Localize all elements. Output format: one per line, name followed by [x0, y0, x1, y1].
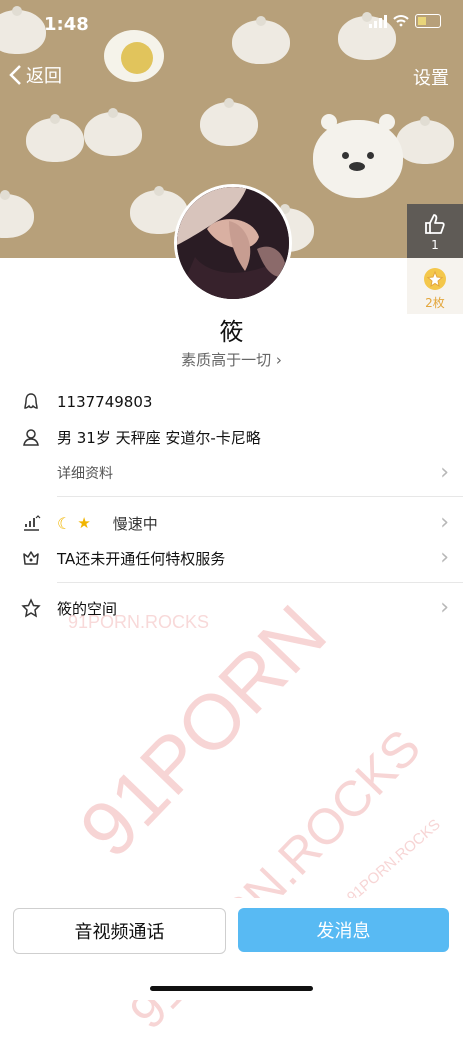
home-indicator: [150, 986, 313, 991]
coin-star-icon: [424, 268, 446, 290]
thumbs-up-icon: [425, 214, 445, 234]
chevron-right-icon: ›: [440, 460, 449, 485]
chevron-right-icon: ›: [275, 351, 282, 369]
details-label: 详细资料: [57, 466, 113, 482]
send-message-button[interactable]: 发消息: [238, 908, 449, 952]
divider: [57, 582, 463, 583]
wifi-icon: [393, 15, 409, 27]
crown-icon: [20, 547, 42, 569]
coin-count: 2枚: [425, 296, 445, 310]
avatar[interactable]: [174, 184, 292, 302]
profile-name: 筱: [219, 318, 244, 346]
penguin-icon: [20, 391, 42, 413]
privilege-text: TA还未开通任何特权服务: [57, 549, 226, 568]
signature-text: 素质高于一切: [181, 351, 272, 369]
status-bar: 1:48: [0, 0, 463, 48]
moon-icon: ☾: [57, 513, 72, 533]
chevron-right-icon: ›: [440, 595, 449, 620]
privilege-row[interactable]: TA还未开通任何特权服务 ›: [0, 541, 463, 575]
star-icon: ★: [77, 514, 91, 532]
space-label: 筱的空间: [57, 599, 118, 618]
basic-info: 男 31岁 天秤座 安道尔-卡尼略: [57, 428, 261, 447]
level-row[interactable]: ☾ ★ 慢速中 ›: [0, 506, 463, 540]
avatar-image: [177, 187, 289, 299]
basic-info-row[interactable]: 男 31岁 天秤座 安道尔-卡尼略: [0, 420, 463, 454]
audio-video-call-button[interactable]: 音视频通话: [13, 908, 226, 954]
star-outline-icon: [20, 597, 42, 619]
qq-number-row[interactable]: 1137749803: [0, 385, 463, 419]
settings-button[interactable]: 设置: [413, 64, 449, 90]
chevron-right-icon: ›: [440, 545, 449, 570]
level-text: 慢速中: [112, 514, 158, 533]
bear-decoration: [313, 114, 403, 198]
coin-button[interactable]: 2枚: [407, 258, 463, 314]
bottom-action-bar: 音视频通话 发消息: [0, 898, 463, 1000]
details-row[interactable]: 详细资料 ›: [0, 456, 463, 490]
chevron-left-icon: [9, 65, 21, 85]
like-button[interactable]: 1: [407, 204, 463, 258]
back-button[interactable]: 返回: [8, 62, 62, 88]
qq-number: 1137749803: [57, 393, 153, 411]
space-row[interactable]: 筱的空间 ›: [0, 591, 463, 625]
person-icon: [20, 426, 42, 448]
divider: [57, 496, 463, 497]
signal-icon: [369, 14, 387, 28]
level-chart-icon: [20, 512, 42, 534]
battery-icon: [415, 14, 441, 28]
signature-link[interactable]: 素质高于一切 ›: [0, 349, 463, 370]
like-count: 1: [431, 238, 439, 252]
status-time: 1:48: [44, 14, 89, 35]
back-label: 返回: [26, 66, 62, 87]
chevron-right-icon: ›: [440, 510, 449, 535]
watermark-large: 91PORN: [62, 588, 343, 874]
